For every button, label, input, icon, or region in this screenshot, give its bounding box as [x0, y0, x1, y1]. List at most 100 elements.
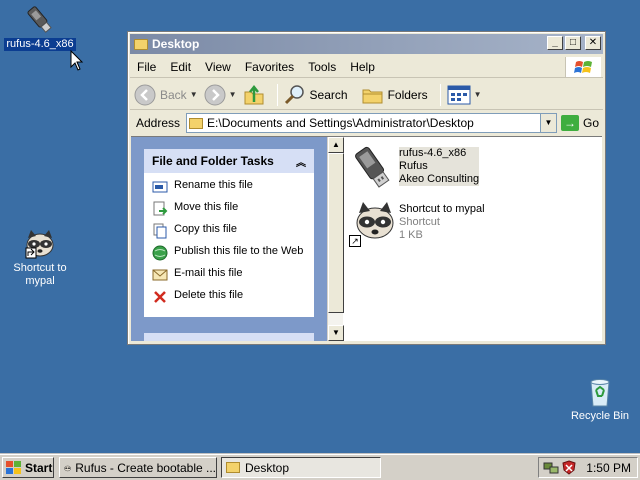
file-line3: Akeo Consulting: [399, 173, 480, 186]
task-email[interactable]: E-mail this file: [144, 267, 314, 283]
publish-web-icon: [152, 245, 168, 261]
task-move[interactable]: Move this file: [144, 201, 314, 217]
panel-header[interactable]: ︽: [144, 333, 314, 341]
panel-title: File and Folder Tasks: [152, 154, 274, 168]
folder-icon: [226, 462, 240, 473]
menu-help[interactable]: Help: [343, 60, 382, 74]
scroll-up-icon[interactable]: ▲: [328, 137, 344, 153]
explorer-window: Desktop _ □ ✕ File Edit View Favorites T…: [127, 31, 606, 345]
desktop-icon-label: Recycle Bin: [570, 410, 630, 422]
go-label: Go: [582, 116, 599, 130]
views-button[interactable]: ▼: [447, 85, 482, 105]
folder-icon: [134, 38, 148, 50]
scroll-down-icon[interactable]: ▼: [328, 325, 344, 341]
back-button[interactable]: Back ▼: [134, 84, 198, 106]
back-arrow-icon: [134, 84, 156, 105]
desktop-icon-label: rufus-4.6_x86: [4, 38, 76, 51]
address-value: E:\Documents and Settings\Administrator\…: [207, 116, 474, 130]
email-icon: [152, 267, 168, 283]
folder-icon: [189, 117, 204, 129]
up-folder-button[interactable]: [243, 84, 265, 106]
file-item-mypal[interactable]: ↗ Shortcut to mypal Shortcut 1 KB: [349, 201, 485, 247]
raccoon-icon: ↗: [349, 201, 399, 247]
menu-view[interactable]: View: [198, 60, 238, 74]
close-button[interactable]: ✕: [585, 36, 601, 50]
file-name: rufus-4.6_x86: [399, 147, 480, 160]
taskbar-button-rufus[interactable]: Rufus - Create bootable ...: [59, 457, 217, 478]
menu-tools[interactable]: Tools: [301, 60, 343, 74]
task-label: E-mail this file: [174, 267, 243, 279]
task-label: Copy this file: [174, 223, 237, 235]
file-folder-tasks-panel: File and Folder Tasks ︽ Rename this file…: [144, 149, 314, 317]
menu-edit[interactable]: Edit: [163, 60, 198, 74]
desktop-icon-mypal[interactable]: Shortcut to mypal: [0, 228, 80, 288]
chevron-down-icon[interactable]: ▼: [474, 90, 482, 99]
file-line2: Rufus: [399, 160, 480, 173]
task-label: Move this file: [174, 201, 239, 213]
task-pane-scrollbar[interactable]: ▲ ▼: [327, 137, 344, 341]
forward-arrow-icon: [204, 84, 226, 105]
copy-icon: [152, 223, 168, 239]
delete-icon: [152, 289, 168, 305]
go-arrow-icon: →: [560, 115, 579, 131]
forward-button[interactable]: ▼: [204, 84, 237, 106]
desktop-icon-recycle-bin[interactable]: Recycle Bin: [560, 376, 640, 423]
move-icon: [152, 201, 168, 217]
address-label: Address: [136, 116, 181, 130]
file-line2: Shortcut: [399, 216, 440, 228]
task-label: Delete this file: [174, 289, 244, 301]
taskbar-button-label: Rufus - Create bootable ...: [75, 460, 216, 475]
rename-icon: [152, 179, 168, 195]
task-rename[interactable]: Rename this file: [144, 179, 314, 195]
start-button[interactable]: Start: [2, 457, 54, 478]
collapse-chevron-icon[interactable]: ︽: [296, 338, 306, 342]
task-copy[interactable]: Copy this file: [144, 223, 314, 239]
panel-header[interactable]: File and Folder Tasks ︽: [144, 149, 314, 173]
task-label: Rename this file: [174, 179, 253, 191]
folders-label: Folders: [387, 87, 428, 102]
go-button[interactable]: → Go: [560, 115, 599, 131]
toolbar-separator: [276, 83, 278, 106]
chevron-down-icon[interactable]: ▼: [229, 90, 237, 99]
address-input[interactable]: E:\Documents and Settings\Administrator\…: [186, 113, 557, 133]
collapse-chevron-icon[interactable]: ︽: [296, 154, 306, 169]
other-places-panel: ︽: [144, 333, 314, 341]
file-line3: 1 KB: [399, 229, 423, 241]
address-bar: Address E:\Documents and Settings\Admini…: [130, 112, 603, 134]
windows-logo-icon: [565, 57, 601, 77]
mouse-cursor-icon: [70, 50, 84, 71]
menu-file[interactable]: File: [130, 60, 163, 74]
toolbar-separator: [439, 83, 441, 106]
usb-drive-icon: [27, 6, 52, 33]
shortcut-arrow-icon: ↗: [349, 235, 361, 247]
menu-favorites[interactable]: Favorites: [238, 60, 301, 74]
network-icon[interactable]: [543, 461, 559, 475]
clock[interactable]: 1:50 PM: [586, 461, 631, 475]
raccoon-icon: [64, 465, 72, 471]
security-shield-icon[interactable]: [562, 460, 576, 475]
scroll-thumb[interactable]: [328, 153, 344, 313]
chevron-down-icon[interactable]: ▼: [539, 114, 556, 132]
task-label: Publish this file to the Web: [174, 245, 304, 257]
recycle-bin-icon: [590, 379, 610, 407]
toolbar: Back ▼ ▼ Search Folders ▼: [130, 80, 603, 110]
minimize-button[interactable]: _: [547, 36, 563, 50]
taskbar-button-desktop[interactable]: Desktop: [221, 457, 381, 478]
desktop-icon-label: Shortcut to mypal: [13, 262, 67, 287]
task-pane: File and Folder Tasks ︽ Rename this file…: [131, 137, 327, 341]
title-bar[interactable]: Desktop _ □ ✕: [130, 34, 603, 54]
views-icon: [447, 85, 471, 104]
raccoon-icon: [25, 230, 54, 259]
maximize-button[interactable]: □: [565, 36, 581, 50]
search-icon: [284, 84, 304, 104]
folders-button[interactable]: Folders: [362, 85, 428, 105]
desktop-icon-rufus[interactable]: rufus-4.6_x86: [0, 4, 80, 51]
file-item-rufus[interactable]: rufus-4.6_x86 Rufus Akeo Consulting: [349, 145, 480, 191]
task-delete[interactable]: Delete this file: [144, 289, 314, 305]
task-publish-web[interactable]: Publish this file to the Web: [144, 245, 314, 261]
chevron-down-icon[interactable]: ▼: [190, 90, 198, 99]
menu-bar: File Edit View Favorites Tools Help: [130, 56, 603, 78]
back-label: Back: [160, 87, 187, 102]
file-name: Shortcut to mypal: [399, 203, 485, 215]
search-button[interactable]: Search: [284, 84, 348, 106]
